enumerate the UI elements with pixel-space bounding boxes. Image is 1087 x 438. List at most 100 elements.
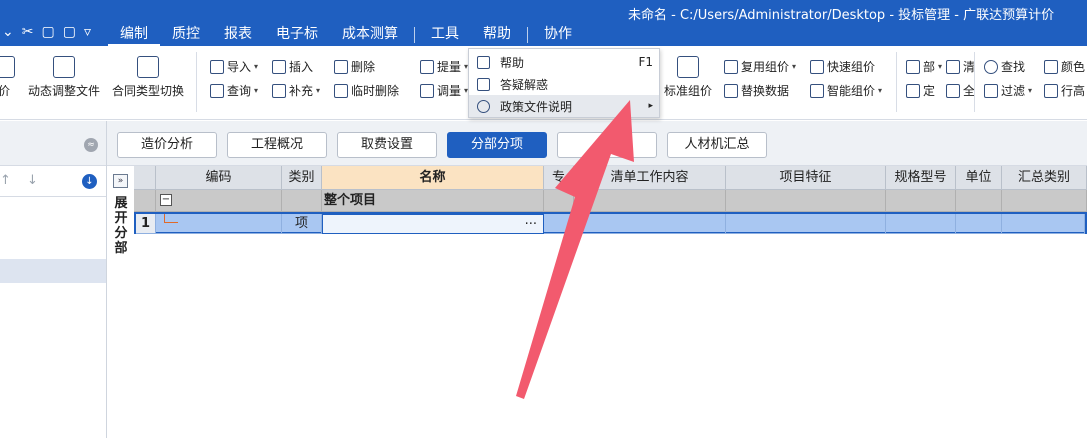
- price-icon: [0, 56, 15, 78]
- row-number-cell: 1: [136, 214, 156, 234]
- customize-quick-access-icon[interactable]: ▿: [84, 24, 91, 40]
- info-icon: [477, 99, 490, 113]
- left-panel-header: ≈: [0, 121, 106, 166]
- price-button-partial[interactable]: 价: [0, 56, 18, 99]
- column-header-type[interactable]: 类别: [282, 166, 322, 190]
- cell[interactable]: [726, 214, 886, 234]
- supplement-icon: [272, 83, 286, 98]
- caret-down-icon: ▾: [254, 62, 259, 71]
- supplement-button[interactable]: 补充 ▾: [272, 82, 320, 99]
- caret-down-icon: ▾: [316, 86, 321, 95]
- cell[interactable]: [544, 214, 574, 234]
- part-icon: [906, 59, 920, 74]
- menu-report[interactable]: 报表: [212, 24, 264, 46]
- cut-icon[interactable]: ✂: [22, 24, 34, 40]
- left-tree-selected-item[interactable]: [0, 259, 106, 283]
- tab-materials-summary[interactable]: 人材机汇总: [667, 132, 767, 158]
- paste-icon[interactable]: ▢: [63, 24, 76, 40]
- dropdown-item-faq[interactable]: 答疑解惑: [469, 73, 659, 95]
- column-header-spec[interactable]: 规格型号: [886, 166, 956, 190]
- code-cell[interactable]: [156, 214, 282, 234]
- cell: [544, 190, 574, 212]
- submenu-arrow-icon: ▸: [648, 101, 653, 111]
- dropdown-item-help[interactable]: 帮助 F1: [469, 51, 659, 73]
- project-name-cell[interactable]: 整个项目: [322, 190, 544, 212]
- quick-access-arrow-icon[interactable]: ⌄: [2, 24, 14, 40]
- tree-connector: [164, 214, 178, 223]
- clear-button[interactable]: 清: [946, 58, 975, 75]
- column-header-work-content[interactable]: 清单工作内容: [574, 166, 726, 190]
- row-height-button[interactable]: 行高: [1044, 82, 1085, 99]
- cell[interactable]: [574, 214, 726, 234]
- part-button[interactable]: 部 ▾: [906, 58, 942, 75]
- menu-help[interactable]: 帮助: [471, 24, 523, 46]
- delete-button[interactable]: 删除: [334, 58, 375, 75]
- main-menu: 编制 质控 报表 电子标 成本测算 工具 帮助 协作: [108, 24, 584, 46]
- filter-button[interactable]: 过滤 ▾: [984, 82, 1032, 99]
- tab-cost-analysis[interactable]: 造价分析: [117, 132, 217, 158]
- insert-button[interactable]: 插入: [272, 58, 313, 75]
- dynamic-adjust-button[interactable]: 动态调整文件: [28, 56, 100, 99]
- all-icon: [946, 83, 960, 98]
- name-cell-editing[interactable]: ···: [322, 214, 544, 234]
- replace-data-button[interactable]: 替换数据: [724, 82, 789, 99]
- color-button[interactable]: 颜色: [1044, 58, 1085, 75]
- row-height-icon: [1044, 83, 1058, 98]
- faq-icon: [477, 77, 490, 91]
- temp-delete-button[interactable]: 临时删除: [334, 82, 399, 99]
- tab-hidden[interactable]: [557, 132, 657, 158]
- adjust-button[interactable]: 调量 ▾: [420, 82, 468, 99]
- cell[interactable]: [886, 214, 956, 234]
- tab-fee-settings[interactable]: 取费设置: [337, 132, 437, 158]
- column-header-features[interactable]: 项目特征: [726, 166, 886, 190]
- menu-e-bid[interactable]: 电子标: [264, 24, 330, 46]
- all-button[interactable]: 全: [946, 82, 975, 99]
- extract-button[interactable]: 提量 ▾: [420, 58, 468, 75]
- dropdown-item-policy-docs[interactable]: 政策文件说明 ▸: [469, 95, 659, 117]
- query-button[interactable]: 查询 ▾: [210, 82, 258, 99]
- menu-cost-estimate[interactable]: 成本测算: [330, 24, 410, 46]
- menu-tools[interactable]: 工具: [419, 24, 471, 46]
- find-button[interactable]: 查找: [984, 58, 1025, 75]
- expand-section-label[interactable]: 展开分部: [113, 196, 129, 256]
- trash-icon: [334, 59, 348, 74]
- table-row-project[interactable]: − 整个项目: [134, 190, 1087, 212]
- type-cell: [282, 190, 322, 212]
- column-header-name[interactable]: 名称: [322, 166, 544, 190]
- contract-type-switch-button[interactable]: 合同类型切换: [112, 56, 184, 99]
- smart-price-button[interactable]: 智能组价 ▾: [810, 82, 882, 99]
- column-header-specialty[interactable]: 专: [544, 166, 574, 190]
- reuse-price-button[interactable]: 复用组价 ▾: [724, 58, 796, 75]
- fix-button[interactable]: 定: [906, 82, 935, 99]
- column-header-unit[interactable]: 单位: [956, 166, 1002, 190]
- menu-quality[interactable]: 质控: [160, 24, 212, 46]
- menu-edit[interactable]: 编制: [108, 24, 160, 46]
- cell[interactable]: [1002, 214, 1085, 234]
- import-button[interactable]: 导入 ▾: [210, 58, 258, 75]
- table-row[interactable]: 1 项 ···: [134, 212, 1087, 234]
- standard-price-button[interactable]: 标准组价: [660, 56, 716, 99]
- collapse-icon[interactable]: ≈: [84, 138, 98, 152]
- tab-project-overview[interactable]: 工程概况: [227, 132, 327, 158]
- ellipsis-button[interactable]: ···: [525, 215, 537, 233]
- column-header-code[interactable]: 编码: [156, 166, 282, 190]
- help-dropdown-menu: 帮助 F1 答疑解惑 政策文件说明 ▸: [468, 48, 660, 118]
- download-icon[interactable]: ↓: [82, 174, 97, 189]
- shortcut-label: F1: [638, 55, 653, 69]
- caret-down-icon: ▾: [1028, 86, 1033, 95]
- insert-icon: [272, 59, 286, 74]
- quick-price-button[interactable]: 快速组价: [810, 58, 875, 75]
- tab-sub-items[interactable]: 分部分项: [447, 132, 547, 158]
- menu-collab[interactable]: 协作: [532, 24, 584, 46]
- import-icon: [210, 59, 224, 74]
- row-number-header: [134, 166, 156, 190]
- cell[interactable]: [956, 214, 1002, 234]
- caret-down-icon: ▾: [878, 86, 883, 95]
- expand-icon[interactable]: »: [113, 174, 128, 188]
- copy-icon[interactable]: ▢: [41, 24, 54, 40]
- column-header-summary-type[interactable]: 汇总类别: [1002, 166, 1087, 190]
- move-arrows[interactable]: ↑ ↓: [0, 173, 44, 188]
- collapse-tree-icon[interactable]: −: [160, 194, 172, 206]
- caret-down-icon: ▾: [254, 86, 259, 95]
- type-cell[interactable]: 项: [282, 214, 322, 234]
